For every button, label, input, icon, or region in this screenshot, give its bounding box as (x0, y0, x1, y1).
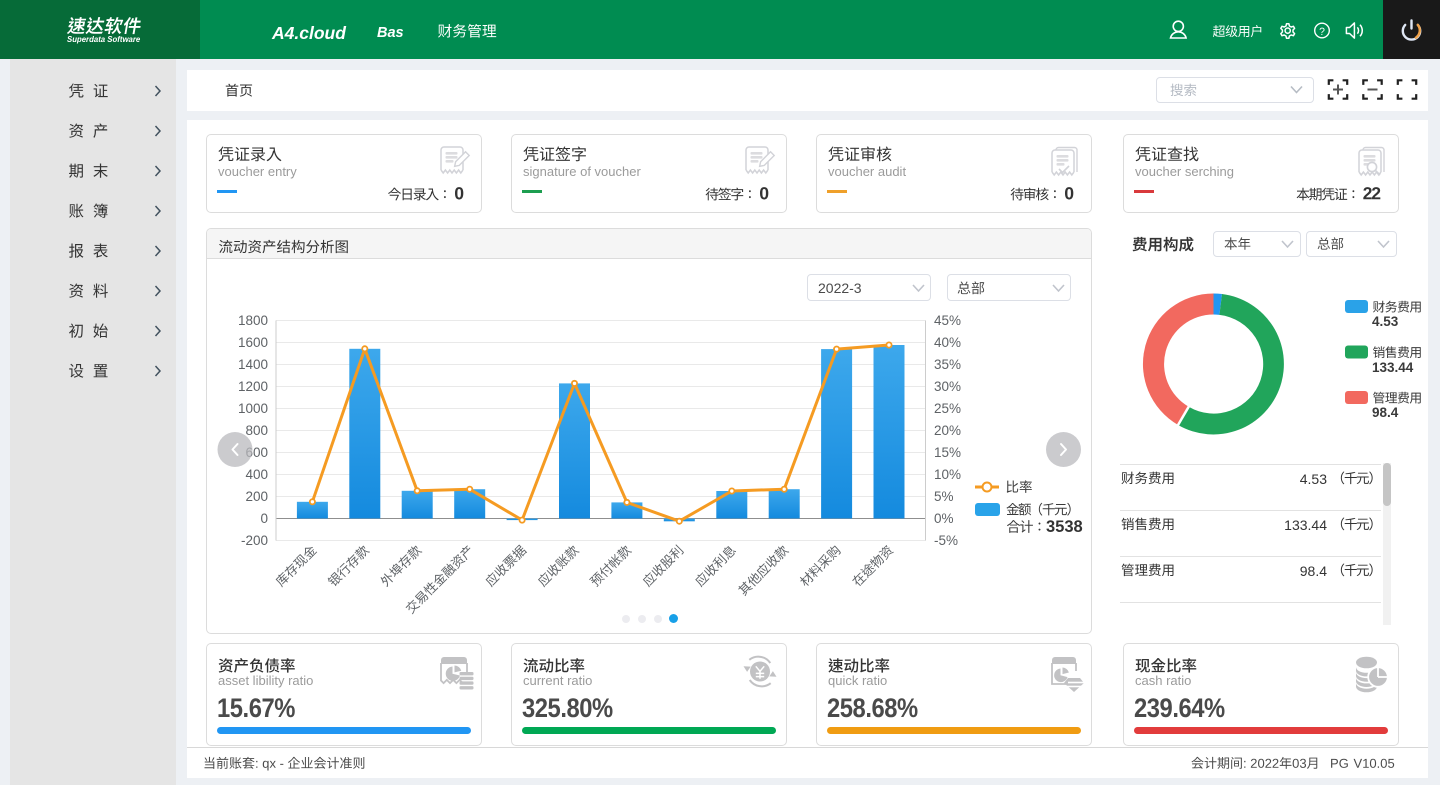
svg-text:1600: 1600 (238, 335, 268, 350)
svg-text:40%: 40% (934, 335, 961, 350)
svg-text:1000: 1000 (238, 401, 268, 416)
svg-text:1200: 1200 (238, 379, 268, 394)
svg-text:45%: 45% (934, 313, 961, 328)
svg-text:5%: 5% (934, 489, 954, 504)
svg-text:30%: 30% (934, 379, 961, 394)
svg-text:-5%: -5% (934, 533, 958, 548)
svg-text:10%: 10% (934, 467, 961, 482)
svg-text:0%: 0% (934, 511, 954, 526)
svg-text:400: 400 (245, 467, 268, 482)
svg-text:0: 0 (260, 511, 268, 526)
svg-text:35%: 35% (934, 357, 961, 372)
svg-text:1800: 1800 (238, 313, 268, 328)
svg-text:20%: 20% (934, 423, 961, 438)
svg-text:15%: 15% (934, 445, 961, 460)
svg-text:800: 800 (245, 423, 268, 438)
svg-text:200: 200 (245, 489, 268, 504)
svg-text:1400: 1400 (238, 357, 268, 372)
svg-text:-200: -200 (241, 533, 268, 548)
svg-text:25%: 25% (934, 401, 961, 416)
